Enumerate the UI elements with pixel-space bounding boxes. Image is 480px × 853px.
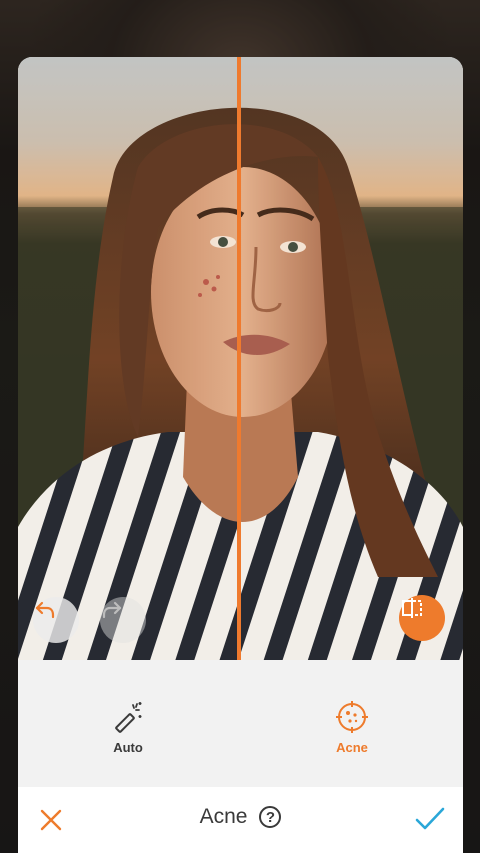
auto-tool-label: Auto	[113, 740, 143, 755]
compare-split-line[interactable]	[237, 57, 241, 660]
redo-icon	[102, 601, 122, 619]
tool-selector: Auto Acne	[18, 660, 463, 787]
help-icon[interactable]: ?	[259, 806, 282, 828]
acne-tool-label: Acne	[336, 740, 368, 755]
screen-title: Acne	[199, 805, 248, 828]
redo-button[interactable]	[100, 597, 146, 643]
photo-canvas[interactable]	[18, 57, 463, 660]
editor-card: Auto Acne	[18, 57, 463, 787]
acne-tool-button[interactable]: Acne	[307, 700, 397, 755]
compare-icon	[402, 598, 422, 618]
acne-target-icon	[336, 701, 368, 733]
checkmark-icon[interactable]	[414, 805, 446, 833]
compare-button[interactable]	[399, 595, 445, 641]
auto-tool-button[interactable]: Auto	[83, 700, 173, 755]
undo-button[interactable]	[33, 597, 79, 643]
bottom-action-bar: Acne ?	[18, 787, 463, 853]
magic-wand-icon	[115, 702, 142, 733]
bar-title-group: Acne ?	[18, 805, 463, 829]
undo-icon	[35, 601, 55, 619]
